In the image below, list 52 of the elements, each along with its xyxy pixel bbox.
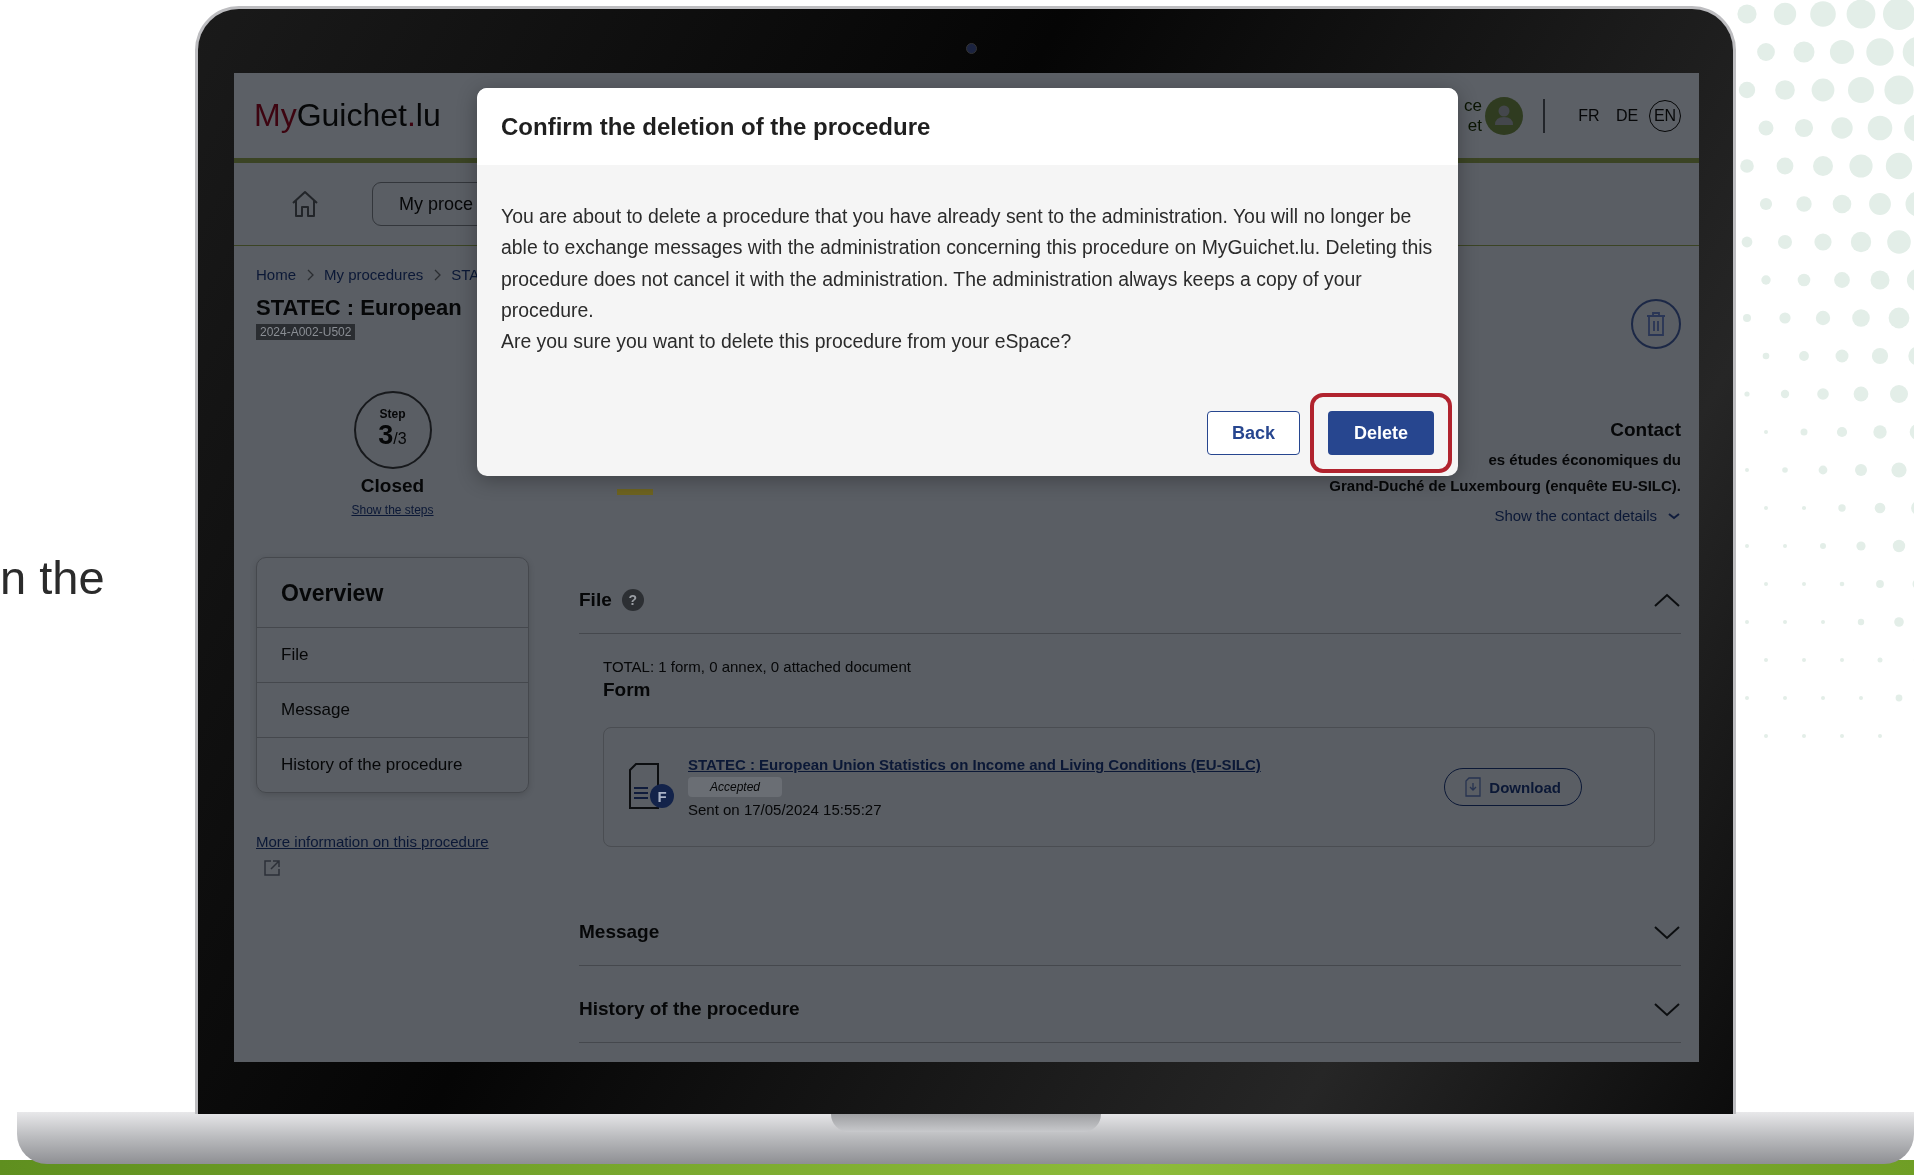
- breadcrumb-link[interactable]: My procedures: [324, 266, 424, 283]
- trash-icon: [1645, 311, 1667, 337]
- account-name-text: et: [1467, 115, 1482, 136]
- home-icon[interactable]: [290, 189, 320, 219]
- section-heading[interactable]: Message: [579, 921, 660, 943]
- chevron-right-icon: [433, 268, 442, 281]
- chevron-down-icon[interactable]: [1653, 924, 1681, 940]
- document-link[interactable]: STATEC : European Union Statistics on Income and Living Conditions (EU-SILC): [688, 756, 1261, 773]
- chevron-up-icon[interactable]: [1653, 592, 1681, 608]
- accent-bar: [617, 489, 653, 495]
- external-link-icon[interactable]: [262, 858, 282, 878]
- download-icon: [1465, 777, 1482, 797]
- reference-badge: 2024-A002-U502: [256, 324, 356, 340]
- step-label: Step: [379, 407, 406, 421]
- dialog-message: You are about to delete a procedure that you have already sent to the administration. You will no longer be able to exchange messages with the administration concerning this procedure on MyGuichet.lu. Deleting this procedure does not cancel it with the administration. The administration always keeps a copy of your procedure.: [501, 204, 1434, 323]
- dialog-message: Are you sure you want to delete this procedure from your eSpace?: [501, 329, 1073, 355]
- overview-item[interactable]: File: [257, 627, 528, 682]
- status-badge: Accepted: [688, 777, 783, 797]
- status-label: Closed: [360, 475, 425, 497]
- overview-heading: Overview: [280, 579, 385, 608]
- dialog-title: Confirm the deletion of the procedure: [501, 112, 931, 141]
- chevron-down-icon[interactable]: [1667, 511, 1681, 520]
- user-avatar-icon[interactable]: [1485, 96, 1523, 135]
- chevron-down-icon[interactable]: [1653, 1001, 1681, 1017]
- delete-button[interactable]: Delete: [1328, 411, 1434, 455]
- steps-link[interactable]: Show the steps: [351, 503, 434, 517]
- overview-item[interactable]: History of the procedure: [257, 737, 528, 792]
- account-name-text: ce: [1464, 95, 1482, 116]
- step-number: 3/3: [378, 421, 407, 452]
- letter-badge: F: [650, 784, 674, 808]
- trash-button[interactable]: [1631, 299, 1681, 349]
- contact-heading: Contact: [1610, 419, 1681, 441]
- language-link[interactable]: DE: [1611, 99, 1643, 132]
- back-button[interactable]: Back: [1207, 411, 1300, 455]
- contact-text: es études économiques du: [1488, 450, 1681, 470]
- section-heading[interactable]: History of the procedure: [579, 998, 800, 1020]
- breadcrumb-link[interactable]: Home: [256, 266, 296, 283]
- contact-text: Grand-Duché de Luxembourg (enquête EU-SILC).: [1329, 476, 1681, 496]
- camera-dot: [966, 43, 977, 54]
- sent-date-text: Sent on 17/05/2024 15:55:27: [688, 801, 882, 818]
- section-heading[interactable]: File: [579, 589, 612, 611]
- contact-details-link[interactable]: Show the contact details: [1494, 507, 1681, 524]
- overview-item[interactable]: Message: [257, 682, 528, 737]
- form-heading: Form: [603, 679, 652, 701]
- caption-text: n the: [0, 550, 105, 605]
- total-text: TOTAL: 1 form, 0 annex, 0 attached document: [603, 658, 912, 675]
- page-title: STATEC : European: [256, 295, 463, 321]
- help-icon[interactable]: ?: [621, 589, 644, 611]
- chevron-right-icon: [306, 268, 314, 281]
- language-link[interactable]: FR: [1573, 99, 1605, 132]
- site-logo[interactable]: MyGuichet.lu: [254, 97, 441, 134]
- more-info-link[interactable]: More information on this procedure: [256, 833, 489, 850]
